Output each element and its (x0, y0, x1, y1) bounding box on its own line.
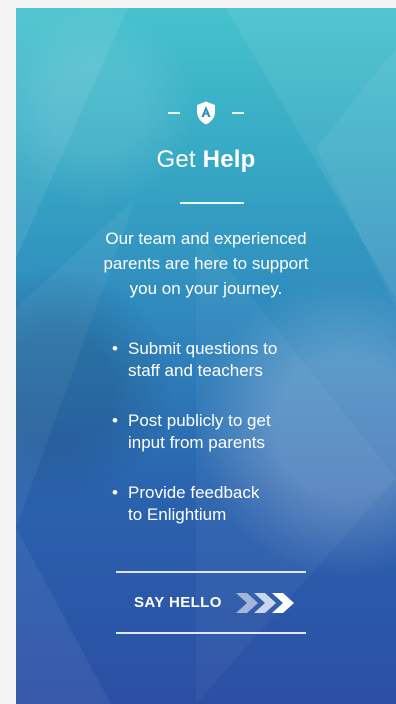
title-divider (180, 202, 244, 204)
title-emphasis: Help (202, 146, 256, 173)
brand-row (16, 100, 396, 126)
chevron-arrows-icon (235, 593, 294, 613)
list-item-line: Provide feedback (128, 483, 260, 502)
say-hello-button[interactable]: SAY HELLO (116, 579, 306, 627)
intro-text: Our team and experienced parents are her… (103, 229, 309, 298)
help-content: Get Help Our team and experienced parent… (16, 8, 396, 704)
cta-divider-top (116, 571, 306, 573)
list-item-line: staff and teachers (128, 361, 263, 380)
list-item: Submit questions to staff and teachers (112, 338, 342, 382)
list-item-line: to Enlightium (128, 505, 227, 524)
left-dash (168, 112, 180, 114)
list-item-line: Submit questions to (128, 339, 278, 358)
right-dash (232, 112, 244, 114)
list-item-line: input from parents (128, 433, 266, 452)
say-hello-label: SAY HELLO (134, 594, 222, 611)
list-item-line: Post publicly to get (128, 411, 271, 430)
title-prefix: Get (156, 146, 196, 173)
list-item: Provide feedback to Enlightium (112, 482, 342, 526)
cta-divider-bottom (116, 632, 306, 634)
help-card: Get Help Our team and experienced parent… (16, 8, 396, 704)
features-list: Submit questions to staff and teachers P… (112, 338, 342, 554)
list-item: Post publicly to get input from parents (112, 410, 342, 454)
shield-a-logo-icon (197, 101, 215, 125)
page-title: Get Help (16, 145, 396, 175)
